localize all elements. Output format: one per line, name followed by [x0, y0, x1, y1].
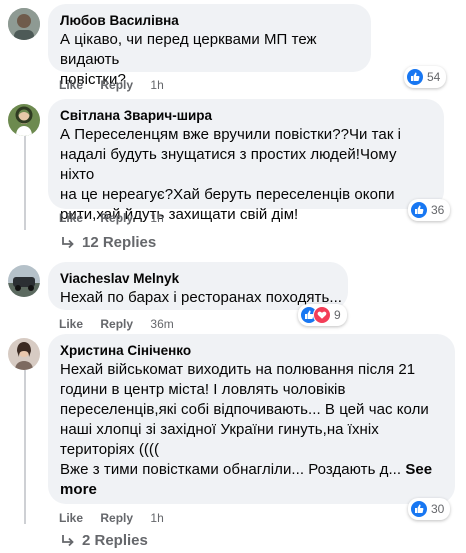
love-icon: [313, 306, 331, 324]
comment-timestamp[interactable]: 1h: [150, 78, 163, 92]
avatar-photo: [8, 265, 40, 297]
comment-text: Нехай по барах і ресторанах походять...: [60, 289, 342, 306]
reaction-count: 9: [334, 308, 341, 322]
reaction-count: 36: [431, 203, 445, 217]
avatar-photo: [8, 338, 40, 370]
avatar[interactable]: [8, 8, 40, 40]
comment-bubble: Viacheslav Melnyk Нехай по барах і ресто…: [48, 262, 348, 310]
comment-bubble: Любов Василівна А цікаво, чи перед церкв…: [48, 4, 371, 88]
like-button[interactable]: Like: [59, 317, 83, 331]
reaction-count: 30: [431, 502, 445, 516]
comment-bubble: Христина Сініченко Нехай військомат вихо…: [48, 334, 455, 504]
reply-arrow-icon: [62, 534, 74, 546]
reaction-summary[interactable]: 36: [408, 199, 451, 221]
comment-author[interactable]: Viacheslav Melnyk: [60, 270, 336, 288]
comment-text: Нехай військомат виходить на полювання п…: [60, 360, 443, 500]
comment-author[interactable]: Любов Василівна: [60, 12, 359, 30]
like-button[interactable]: Like: [59, 78, 83, 92]
comment-timestamp[interactable]: 1h: [150, 511, 163, 525]
comment-timestamp[interactable]: 1h: [150, 211, 163, 225]
comment-author[interactable]: Світлана Зварич-шира: [60, 107, 432, 125]
like-icon: [410, 500, 428, 518]
comment-author[interactable]: Христина Сініченко: [60, 342, 443, 360]
comment-bubble: Світлана Зварич-шира А Переселенцям вже …: [48, 99, 444, 223]
reply-button[interactable]: Reply: [100, 511, 133, 525]
like-button[interactable]: Like: [59, 211, 83, 225]
thread-line: [24, 134, 26, 230]
reply-button[interactable]: Reply: [100, 78, 133, 92]
thread-line: [24, 370, 26, 524]
avatar[interactable]: [8, 265, 40, 297]
avatar-photo: [8, 104, 40, 136]
replies-count-label: 12 Replies: [82, 234, 157, 251]
reply-button[interactable]: Reply: [100, 211, 133, 225]
avatar-photo: [8, 8, 40, 40]
reaction-summary[interactable]: 30: [408, 498, 451, 520]
view-replies-link[interactable]: 2 Replies: [60, 532, 148, 549]
comment-actions: Like Reply 36m: [59, 317, 188, 331]
reaction-summary[interactable]: 9: [298, 304, 347, 326]
comment-actions: Like Reply 1h: [59, 211, 178, 225]
like-button[interactable]: Like: [59, 511, 83, 525]
comment-timestamp[interactable]: 36m: [150, 317, 173, 331]
view-replies-link[interactable]: 12 Replies: [60, 234, 156, 251]
comment-text: А Переселенцям вже вручили повістки??Чи …: [60, 126, 402, 223]
replies-count-label: 2 Replies: [82, 532, 148, 549]
like-icon: [406, 68, 424, 86]
comment-actions: Like Reply 1h: [59, 511, 178, 525]
like-icon: [410, 201, 428, 219]
comment-actions: Like Reply 1h: [59, 78, 178, 92]
avatar[interactable]: [8, 338, 40, 370]
reaction-count: 54: [427, 70, 441, 84]
comment-text-body: Нехай військомат виходить на полювання п…: [60, 361, 429, 478]
avatar[interactable]: [8, 104, 40, 136]
reply-button[interactable]: Reply: [100, 317, 133, 331]
reply-arrow-icon: [62, 236, 74, 248]
reaction-summary[interactable]: 54: [404, 66, 447, 88]
